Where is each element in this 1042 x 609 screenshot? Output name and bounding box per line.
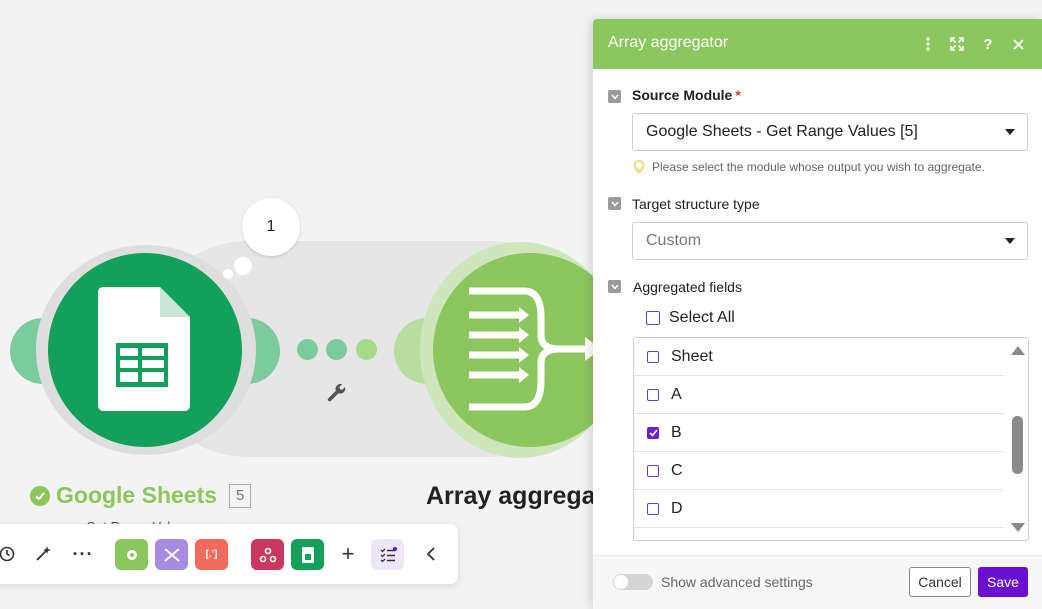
scroll-down-arrow-icon[interactable] <box>1011 523 1025 532</box>
save-button[interactable]: Save <box>978 567 1028 597</box>
checkbox-box[interactable] <box>646 311 660 325</box>
scenario-toolbar: ··· [.'] + <box>0 524 458 584</box>
list-item[interactable]: Sheet <box>634 338 1004 376</box>
checkbox-box[interactable] <box>647 502 659 515</box>
webhooks-icon[interactable] <box>251 539 284 570</box>
list-item[interactable]: D <box>634 490 1004 528</box>
required-mark: * <box>735 87 741 103</box>
wrench-icon[interactable] <box>325 382 349 406</box>
panel-header: Array aggregator ? <box>593 19 1042 69</box>
list-scrollbar[interactable] <box>1006 338 1028 540</box>
connection-dot <box>356 339 377 360</box>
dropdown-arrow-icon <box>1005 238 1015 244</box>
source-module-label: Source Module * <box>632 87 741 103</box>
list-item[interactable]: A <box>634 376 1004 414</box>
checklist-icon[interactable] <box>371 539 404 570</box>
google-sheets-module-title: Google Sheets 5 <box>30 482 252 509</box>
checkbox-box[interactable] <box>647 388 659 401</box>
toggle-knob <box>614 575 628 589</box>
kebab-menu-icon[interactable] <box>918 34 938 54</box>
list-item[interactable]: C <box>634 452 1004 490</box>
magic-wand-icon[interactable] <box>28 539 58 569</box>
connection-dot <box>326 339 347 360</box>
text-parser-icon[interactable]: [.'] <box>195 539 228 570</box>
google-sheets-icon <box>98 287 190 411</box>
google-sheets-tool-icon[interactable] <box>291 539 324 570</box>
target-structure-collapse-toggle[interactable] <box>608 197 621 210</box>
google-sheets-title-text: Google Sheets <box>56 482 218 508</box>
help-icon[interactable]: ? <box>978 34 998 54</box>
add-module-icon[interactable]: + <box>333 539 363 569</box>
expand-icon[interactable] <box>947 34 967 54</box>
aggregated-fields-label: Aggregated fields <box>633 279 742 295</box>
source-module-hint: Please select the module whose output yo… <box>634 160 985 174</box>
list-item[interactable]: B <box>634 414 1004 452</box>
operations-count-bubble[interactable]: 1 <box>242 198 300 256</box>
array-aggregator-icon <box>469 287 601 411</box>
advanced-settings-label: Show advanced settings <box>661 574 813 590</box>
select-all-checkbox[interactable]: Select All <box>646 309 735 327</box>
checkbox-box[interactable] <box>647 464 659 477</box>
operations-count: 1 <box>266 218 276 235</box>
more-options-icon[interactable]: ··· <box>68 539 98 569</box>
source-module-value: Google Sheets - Get Range Values [5] <box>646 123 918 140</box>
list-item-label: C <box>671 461 683 479</box>
collapse-toolbar-chevron-left-icon[interactable] <box>416 539 446 569</box>
source-module-label-text: Source Module <box>632 87 733 103</box>
target-structure-value: Custom <box>646 232 702 249</box>
advanced-settings-toggle[interactable] <box>613 574 653 590</box>
select-all-label: Select All <box>669 309 735 326</box>
target-structure-select[interactable]: Custom <box>632 222 1028 260</box>
close-icon[interactable] <box>1008 34 1028 54</box>
source-module-collapse-toggle[interactable] <box>608 90 621 103</box>
source-module-select[interactable]: Google Sheets - Get Range Values [5] <box>632 113 1028 151</box>
history-icon[interactable] <box>0 539 22 569</box>
connection-dot <box>297 339 318 360</box>
scroll-thumb[interactable] <box>1012 416 1023 474</box>
panel-title: Array aggregator <box>608 34 729 51</box>
scroll-up-arrow-icon[interactable] <box>1011 346 1025 355</box>
google-sheets-module[interactable] <box>48 253 242 447</box>
checkmark-icon <box>648 428 658 437</box>
panel-footer: Show advanced settings Cancel Save <box>593 555 1042 609</box>
target-structure-label: Target structure type <box>632 196 760 212</box>
tools-gear-icon[interactable] <box>115 539 148 570</box>
list-item-label: Sheet <box>671 347 713 365</box>
flow-control-icon[interactable] <box>155 539 188 570</box>
bubble-tail-small <box>223 269 233 279</box>
list-item-label: D <box>671 499 683 517</box>
list-item-label: B <box>671 423 682 441</box>
bubble-tail <box>234 257 252 275</box>
module-number-badge: 5 <box>229 483 252 508</box>
cancel-button[interactable]: Cancel <box>909 567 971 597</box>
checkbox-checked[interactable] <box>647 426 659 439</box>
dropdown-arrow-icon <box>1005 129 1015 135</box>
source-module-hint-text: Please select the module whose output yo… <box>652 160 985 174</box>
aggregated-fields-list[interactable]: Sheet A B C D <box>633 337 1029 541</box>
list-item-label: A <box>671 385 682 403</box>
module-settings-panel: Array aggregator ? Source Module * Google… <box>593 19 1042 609</box>
lightbulb-icon <box>634 160 644 173</box>
check-circle-icon <box>30 485 50 506</box>
aggregated-fields-collapse-toggle[interactable] <box>608 280 621 293</box>
checkbox-box[interactable] <box>647 350 659 363</box>
